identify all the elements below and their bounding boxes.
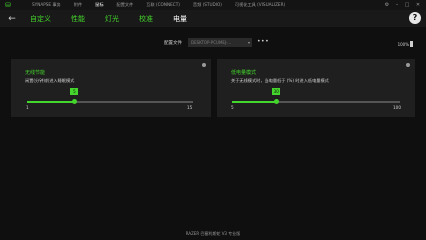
slider-max-label: 15 [187, 105, 193, 110]
profile-label: 配置文件 [164, 41, 182, 46]
tab-calibration[interactable]: 校准 [139, 14, 153, 24]
device-name: RAZER 巴塞利斯蛇 V3 专业版 [185, 231, 241, 236]
info-icon[interactable] [202, 63, 206, 67]
battery-percent: 100% [397, 41, 409, 47]
profile-row: 配置文件 DESKTOP-PCUMEJ-... ▾ ••• 100% [0, 38, 426, 48]
info-icon[interactable] [406, 63, 410, 67]
close-icon[interactable]: ✕ [413, 0, 423, 10]
back-arrow-icon[interactable]: ← [6, 13, 18, 25]
card-title: 无线节能 [25, 70, 46, 76]
card-description: 关于无线模式时，当电量低于 (%) 时进入低电量模式 [231, 78, 329, 83]
slider-min-label: 1 [26, 105, 29, 110]
profile-value: DESKTOP-PCUMEJ-... [191, 40, 232, 45]
slider-value-badge: 5 [70, 88, 79, 95]
battery-icon [410, 41, 413, 47]
tab-mouse[interactable]: 鼠标 [95, 2, 103, 8]
tab-lighting[interactable]: 灯光 [105, 14, 119, 24]
tab-studio[interactable]: 音频 (STUDIO) [193, 2, 222, 8]
battery-status: 100% [398, 41, 413, 47]
low-power-threshold-slider[interactable]: 30 [232, 88, 400, 104]
settings-icon[interactable]: ⚙ [382, 0, 392, 10]
slider-fill [232, 101, 277, 103]
low-power-card: 低电量模式 关于无线模式时，当电量低于 (%) 时进入低电量模式 30 5 10… [217, 59, 415, 117]
profile-dropdown[interactable]: DESKTOP-PCUMEJ-... ▾ [188, 38, 252, 47]
power-saving-card: 无线节能 闲置(分钟)前进入睡眠模式 5 1 15 [11, 59, 211, 117]
tab-performance[interactable]: 性能 [71, 14, 85, 24]
card-description: 闲置(分钟)前进入睡眠模式 [25, 78, 75, 83]
tab-accessories[interactable]: 附件 [74, 2, 82, 8]
tab-power[interactable]: 电量 [173, 14, 187, 24]
chevron-down-icon: ▾ [247, 40, 250, 45]
help-icon[interactable]: ? [409, 12, 421, 24]
tab-connect[interactable]: 互联 (CONNECT) [146, 2, 180, 8]
tab-visualizer[interactable]: 可视化工具 (VISUALIZER) [235, 2, 285, 8]
card-title: 低电量模式 [231, 70, 257, 76]
slider-handle[interactable] [71, 99, 77, 104]
slider-max-label: 100 [393, 105, 401, 110]
slider-value-badge: 30 [272, 88, 281, 95]
slider-handle[interactable] [273, 99, 279, 104]
tab-synapse[interactable]: SYNAPSE 事务 [32, 2, 61, 8]
slider-min-label: 5 [231, 105, 234, 110]
minimize-icon[interactable]: – [392, 0, 402, 10]
maximize-icon[interactable]: □ [402, 0, 412, 10]
sleep-timer-slider[interactable]: 5 [27, 88, 193, 104]
slider-fill [27, 101, 75, 103]
sub-navigation: ← 自定义 性能 灯光 校准 电量 ? [0, 10, 426, 27]
top-bar: ⛁ SYNAPSE 事务 附件 鼠标 配置文件 互联 (CONNECT) 音频 … [0, 0, 426, 10]
tab-customize[interactable]: 自定义 [30, 14, 51, 24]
tab-profiles[interactable]: 配置文件 [117, 2, 134, 8]
more-options-button[interactable]: ••• [257, 38, 269, 45]
razer-logo-icon: ⛁ [5, 1, 11, 9]
